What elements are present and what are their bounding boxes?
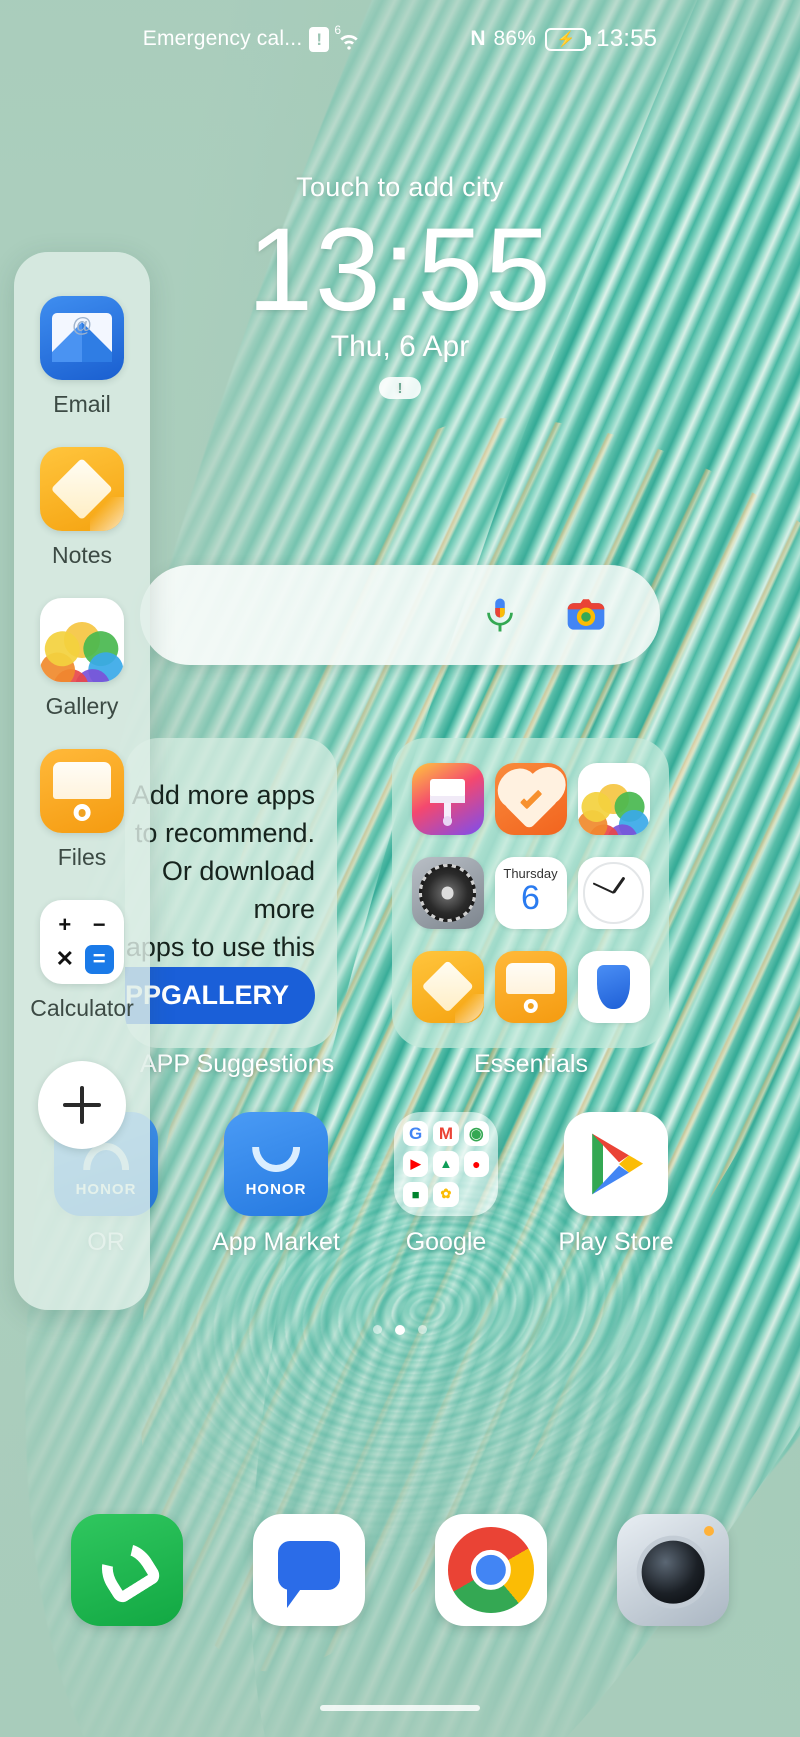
sidebar-label-files: Files xyxy=(57,844,107,870)
files-icon[interactable] xyxy=(40,749,124,833)
battery-icon: ⚡ xyxy=(545,27,592,51)
status-bar-clock: 13:55 xyxy=(596,25,658,52)
sidebar-item-gallery[interactable]: Gallery xyxy=(14,598,150,720)
floating-app-sidebar[interactable]: @ Email Notes Gallery Files + − ✕ = Calc… xyxy=(14,252,150,1310)
camera-icon[interactable] xyxy=(617,1514,729,1626)
message-bubble-icon[interactable] xyxy=(253,1514,365,1626)
calculator-icon[interactable]: + − ✕ = xyxy=(40,900,124,984)
page-dot-2-active[interactable] xyxy=(395,1325,405,1335)
battery-percent-label: 86% xyxy=(493,27,537,50)
microphone-icon[interactable] xyxy=(478,593,522,637)
page-dot-3[interactable] xyxy=(418,1325,427,1334)
gear-icon[interactable] xyxy=(411,857,484,929)
file-folder-icon[interactable] xyxy=(494,951,567,1023)
play-store-icon[interactable] xyxy=(564,1112,668,1216)
folder-app-drive: ▲ xyxy=(433,1151,459,1177)
app-app-market[interactable]: HONOR App Market xyxy=(206,1112,346,1257)
calendar-day-number: 6 xyxy=(521,879,540,918)
app-google-folder[interactable]: G M ◉ ▶ ▲ ● ■ ✿ Google xyxy=(376,1112,516,1257)
sidebar-label-gallery: Gallery xyxy=(45,693,119,719)
folder-app-meet: ■ xyxy=(403,1181,429,1207)
folder-app-gmail: M xyxy=(433,1121,459,1147)
sidebar-item-calculator[interactable]: + − ✕ = Calculator xyxy=(14,900,150,1022)
app-market-icon[interactable]: HONOR xyxy=(224,1112,328,1216)
add-city-prompt[interactable]: Touch to add city xyxy=(0,172,800,203)
analog-clock-icon[interactable] xyxy=(577,857,650,929)
alert-icon: ! xyxy=(309,26,330,52)
weather-alert-label: ! xyxy=(397,379,403,397)
weather-alert-badge[interactable]: ! xyxy=(379,377,421,400)
sidebar-item-email[interactable]: @ Email xyxy=(14,296,150,418)
dock xyxy=(0,1495,800,1645)
sidebar-item-files[interactable]: Files xyxy=(14,749,150,871)
folder-app-yt-music: ● xyxy=(463,1151,489,1177)
charging-bolt-icon: ⚡ xyxy=(556,30,576,48)
app-play-store[interactable]: Play Store xyxy=(546,1112,686,1257)
heart-check-icon[interactable] xyxy=(494,763,567,835)
pencil-note-icon[interactable] xyxy=(411,951,484,1023)
app-label-play-store: Play Store xyxy=(558,1228,674,1256)
app-suggestions-card[interactable]: Add more apps to recommend. Or download … xyxy=(125,738,337,1048)
folder-app-youtube: ▶ xyxy=(403,1151,429,1177)
app-label-app-market: App Market xyxy=(212,1228,340,1256)
notes-icon[interactable] xyxy=(40,447,124,531)
calc-equals-key: = xyxy=(84,944,114,974)
status-bar: Emergency cal... ! 6 N 86% ⚡ 13:55 xyxy=(0,0,800,78)
essentials-folder-label: Essentials xyxy=(474,1050,588,1078)
sidebar-add-button[interactable] xyxy=(38,1061,126,1149)
navigation-bar-handle[interactable] xyxy=(320,1705,480,1711)
google-folder-icon[interactable]: G M ◉ ▶ ▲ ● ■ ✿ xyxy=(394,1112,498,1216)
page-indicator[interactable] xyxy=(0,1325,800,1335)
shield-icon[interactable] xyxy=(577,951,650,1023)
folder-app-photos: ✿ xyxy=(433,1181,459,1207)
nfc-icon: N xyxy=(470,27,485,50)
plus-icon xyxy=(63,1086,101,1124)
calendar-weekday: Thursday xyxy=(503,865,558,881)
calendar-icon[interactable]: Thursday 6 xyxy=(494,857,567,929)
status-bar-left: Emergency cal... ! 6 xyxy=(142,23,363,52)
sidebar-label-notes: Notes xyxy=(51,542,113,568)
calc-times-key: ✕ xyxy=(50,944,80,974)
folder-app-google: G xyxy=(403,1121,429,1147)
network-gen-label: 6 xyxy=(334,23,342,37)
wifi-icon: 6 xyxy=(334,23,362,51)
calc-minus-key: − xyxy=(84,910,114,940)
phone-icon[interactable] xyxy=(71,1514,183,1626)
carrier-label: Emergency cal... xyxy=(142,27,303,50)
sidebar-label-email: Email xyxy=(53,391,111,417)
calc-plus-key: + xyxy=(50,910,80,940)
sidebar-item-notes[interactable]: Notes xyxy=(14,447,150,569)
gallery-icon[interactable] xyxy=(40,598,124,682)
sidebar-label-calculator: Calculator xyxy=(30,995,134,1021)
google-lens-camera-icon[interactable] xyxy=(564,593,608,637)
brush-icon[interactable] xyxy=(411,763,484,835)
status-bar-right: N 86% ⚡ 13:55 xyxy=(470,25,657,53)
chrome-icon[interactable] xyxy=(435,1514,547,1626)
folder-app-empty xyxy=(464,1182,489,1207)
folder-app-maps: ◉ xyxy=(463,1121,489,1147)
google-search-bar[interactable] xyxy=(140,565,660,665)
flower-gallery-icon[interactable] xyxy=(577,763,650,835)
page-dot-1[interactable] xyxy=(373,1325,382,1334)
app-label-google: Google xyxy=(405,1228,487,1256)
app-suggestions-label: APP Suggestions xyxy=(140,1050,335,1078)
essentials-folder[interactable]: Thursday 6 xyxy=(392,738,669,1048)
email-icon[interactable]: @ xyxy=(40,296,124,380)
appgallery-button[interactable]: APPGALLERY xyxy=(125,967,315,1024)
